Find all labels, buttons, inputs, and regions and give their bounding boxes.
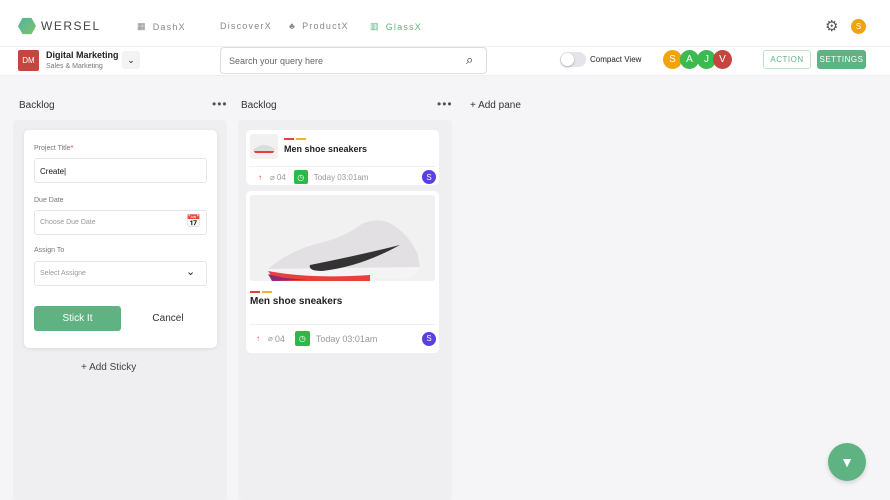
nav-label: GlassX (385, 21, 422, 32)
search-placeholder: Search your query here (229, 56, 324, 66)
search-input[interactable]: Search your query here (220, 47, 487, 74)
attachment-icon: ⌀ (270, 172, 275, 182)
tag-bars (284, 138, 306, 140)
workspace-badge: DM (18, 50, 39, 71)
chevron-down-icon: ⌄ (186, 266, 196, 278)
tag-bars (250, 291, 272, 293)
project-title-label: Project Title* (34, 145, 74, 152)
compact-view-label: Compact View (590, 55, 642, 64)
nav-label: DashX (152, 21, 186, 32)
card-title: Men shoe sneakers (284, 144, 368, 154)
gear-icon[interactable]: ⚙ (825, 17, 838, 35)
workspace-name: Digital Marketing (46, 50, 119, 60)
more-icon[interactable]: ••• (212, 97, 228, 111)
nav-productx[interactable]: ♣ ProductX (289, 21, 349, 31)
assignee-avatar[interactable]: S (422, 170, 436, 184)
add-sticky-button[interactable]: + Add Sticky (81, 362, 136, 373)
nav-dashx[interactable]: ▦ DashX (137, 21, 186, 32)
priority-up-icon: ↑ (258, 172, 262, 182)
card-title: Men shoe sneakers (250, 296, 343, 307)
more-icon[interactable]: ••• (437, 97, 453, 111)
add-pane-button[interactable]: + Add pane (470, 100, 521, 111)
columns-icon: ▥ (370, 21, 380, 31)
member-avatar[interactable]: V (713, 50, 732, 69)
workspace-dropdown[interactable]: ⌄ (122, 51, 140, 69)
grid-icon: ▦ (137, 21, 147, 31)
column-backlog-2: Men shoe sneakers ↑ ⌀ 04 ◷ Today 03:01am… (238, 120, 452, 500)
column-title: Backlog (19, 100, 55, 111)
nav-discoverx[interactable]: DiscoverX (220, 21, 272, 31)
brand-name: WERSEL (41, 19, 101, 33)
column-backlog-1: Project Title* Create| Due Date Choose D… (13, 120, 227, 500)
brand-logo[interactable]: WERSEL (18, 17, 101, 35)
task-card[interactable]: Men shoe sneakers ↑ ⌀ 04 ◷ Today 03:01am… (246, 130, 439, 185)
due-date-input[interactable]: Choose Due Date (34, 210, 207, 235)
assign-to-label: Assign To (34, 247, 65, 254)
stick-it-button[interactable]: Stick It (34, 306, 121, 331)
workspace-subtitle: Sales & Marketing (46, 63, 103, 70)
shoe-thumbnail (250, 134, 278, 159)
compact-view-toggle[interactable] (560, 52, 586, 67)
column-title: Backlog (241, 100, 277, 111)
filter-button[interactable]: ▼ (828, 443, 866, 481)
shapes-icon: ♣ (289, 21, 297, 31)
user-avatar[interactable]: S (851, 19, 866, 34)
attachment-count: 04 (274, 333, 285, 344)
nav-label: ProductX (302, 21, 349, 31)
search-icon[interactable]: ⌕ (466, 52, 473, 68)
assignee-select[interactable]: Select Assigne (34, 261, 207, 286)
card-time: Today 03:01am (315, 333, 378, 344)
action-button[interactable]: ACTION (763, 50, 811, 69)
task-card[interactable]: Men shoe sneakers ↑ ⌀ 04 ◷ Today 03:01am… (246, 191, 439, 353)
timer-icon[interactable]: ◷ (293, 170, 308, 184)
calendar-icon[interactable]: 📅 (186, 214, 201, 228)
nav-label: DiscoverX (220, 21, 272, 31)
attachment-count: 04 (276, 172, 286, 182)
project-title-input[interactable]: Create| (34, 158, 207, 183)
attachment-icon: ⌀ (268, 334, 273, 343)
cancel-button[interactable]: Cancel (136, 306, 200, 331)
top-bar (0, 0, 890, 46)
settings-button[interactable]: SETTINGS (817, 50, 866, 69)
card-time: Today 03:01am (313, 172, 369, 182)
assignee-avatar[interactable]: S (422, 331, 436, 346)
logo-icon (18, 17, 36, 35)
priority-up-icon: ↑ (256, 334, 260, 343)
due-date-label: Due Date (34, 197, 64, 204)
filter-icon: ▼ (840, 454, 854, 470)
timer-icon[interactable]: ◷ (294, 331, 310, 346)
new-sticky-form: Project Title* Create| Due Date Choose D… (24, 130, 217, 348)
nav-glassx[interactable]: ▥ GlassX (370, 21, 422, 32)
shoe-image (250, 195, 435, 281)
